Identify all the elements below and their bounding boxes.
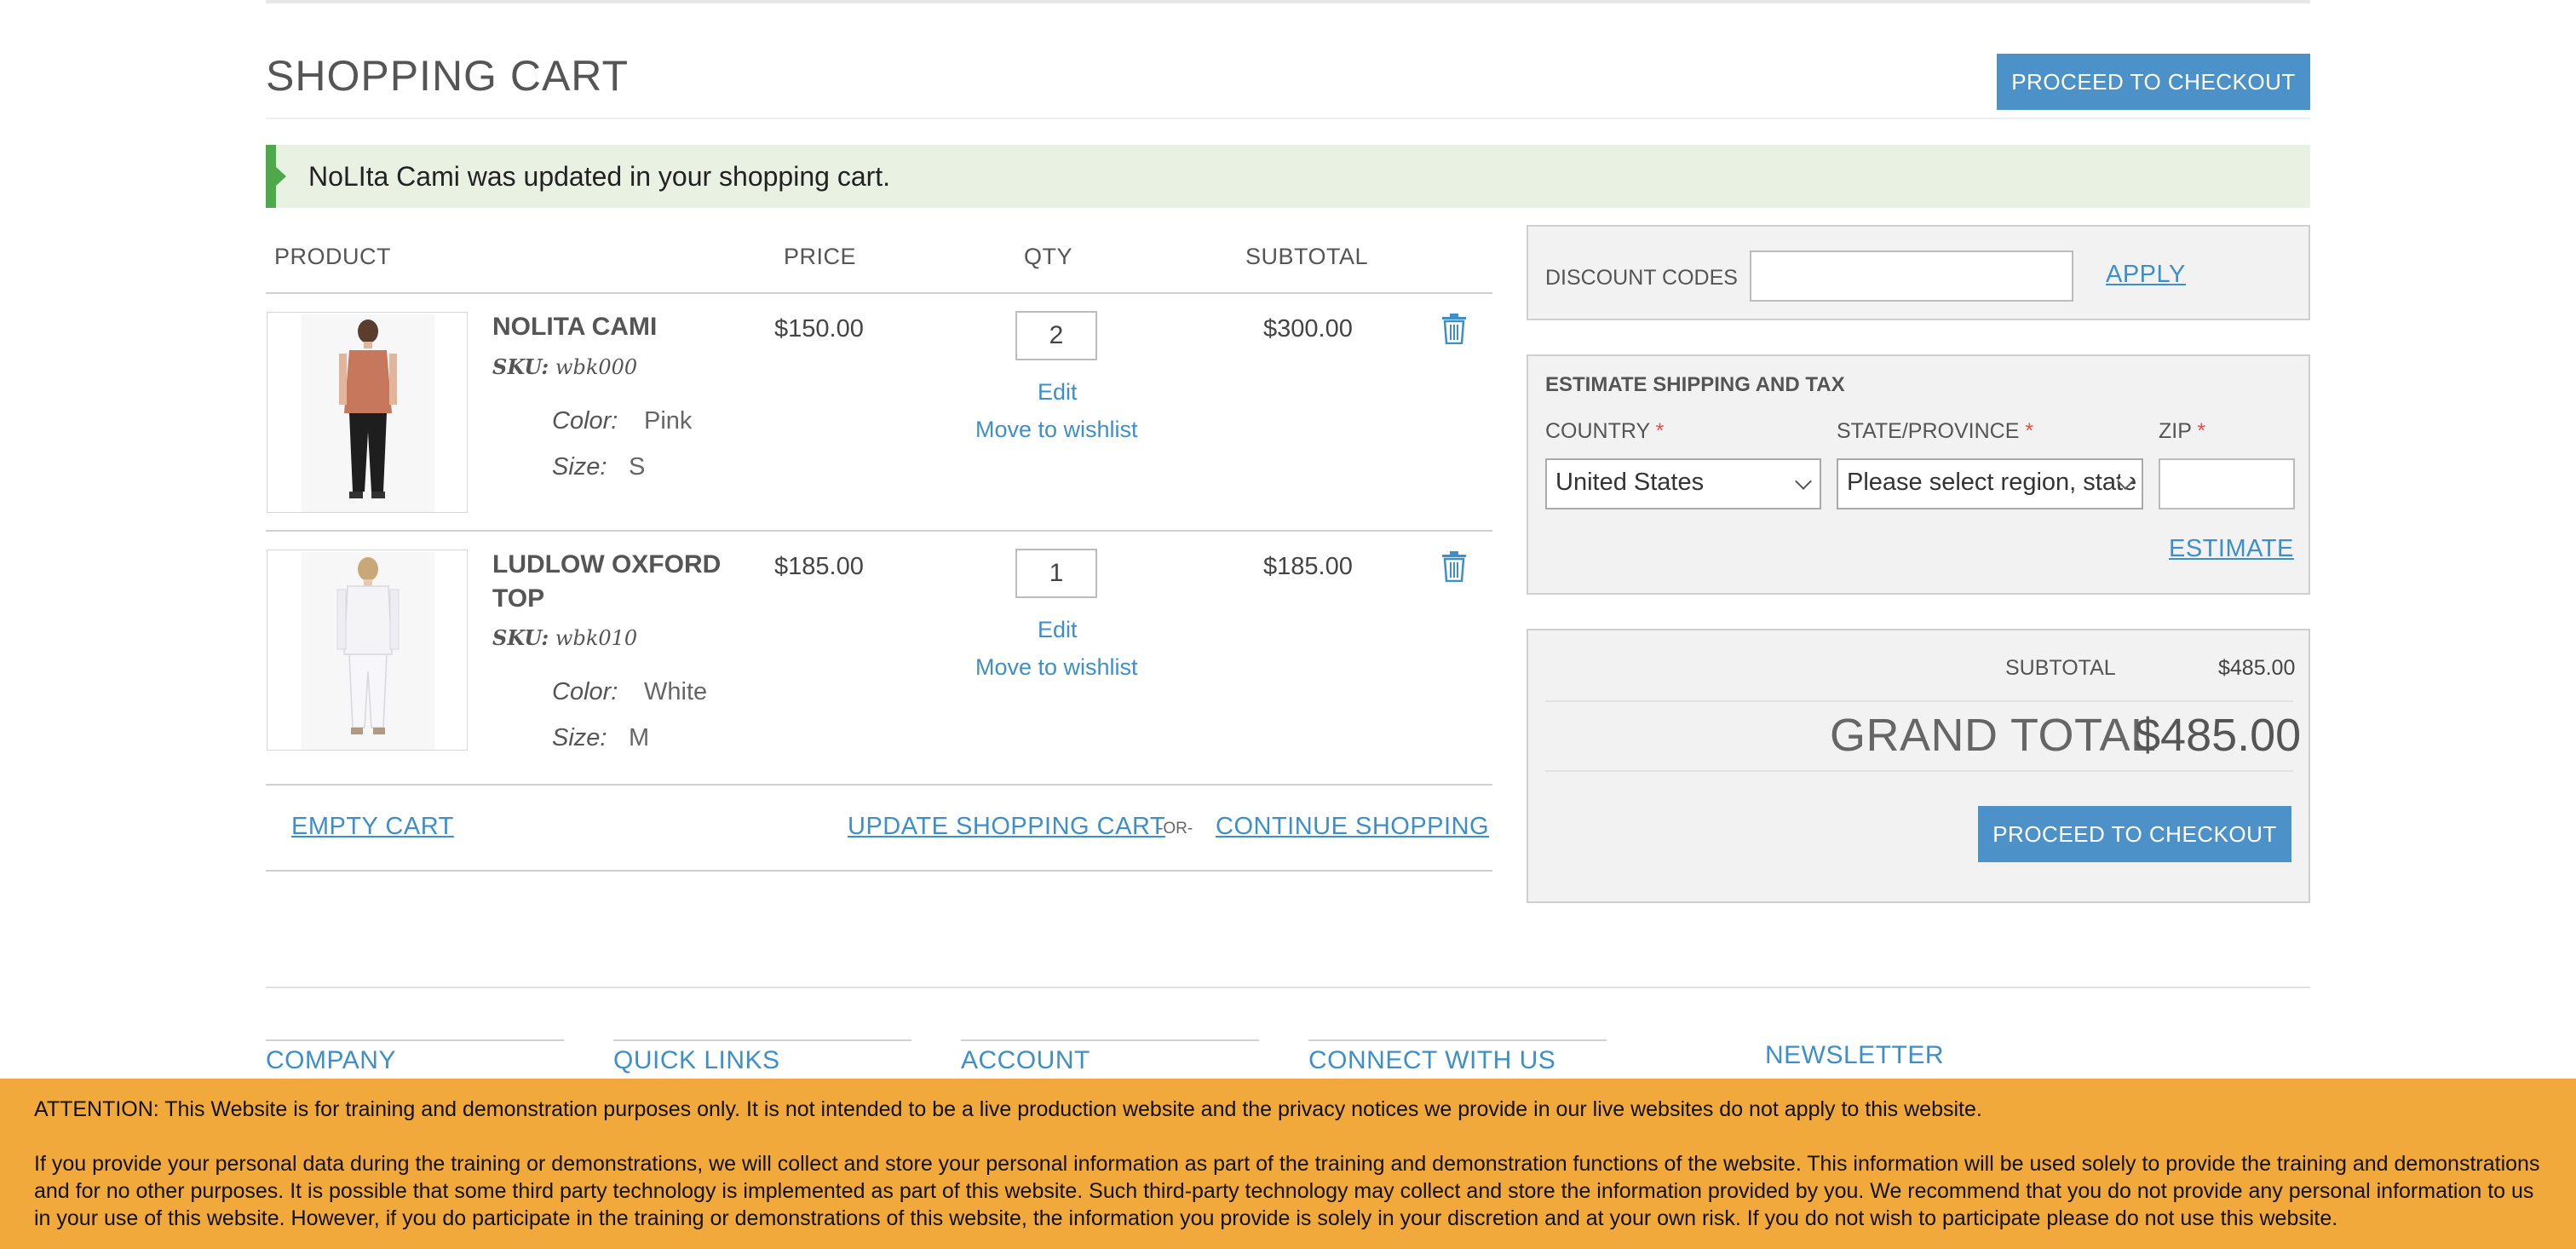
title-divider <box>266 118 2310 119</box>
footer-column-rule <box>266 1039 564 1041</box>
apply-discount-link[interactable]: APPLY <box>2106 261 2186 289</box>
estimate-shipping-heading: ESTIMATE SHIPPING AND TAX <box>1545 373 1845 396</box>
item-price: $185.00 <box>774 553 864 580</box>
state-province-label: STATE/PROVINCE * <box>1837 419 2034 443</box>
item-price: $150.00 <box>774 315 864 342</box>
estimate-link[interactable]: ESTIMATE <box>2169 535 2294 563</box>
or-separator: -OR- <box>1158 820 1193 837</box>
product-sku: SKU: wbk010 <box>492 625 638 650</box>
attention-text: ATTENTION: This Website is for training … <box>34 1097 1982 1121</box>
qty-input[interactable]: 1 <box>1015 549 1097 598</box>
product-photo <box>336 557 400 734</box>
continue-shopping-link[interactable]: CONTINUE SHOPPING <box>1216 813 1489 841</box>
footer-heading-account[interactable]: ACCOUNT <box>961 1046 1090 1075</box>
success-message: NoLIta Cami was updated in your shopping… <box>266 145 2310 208</box>
attention-banner: ATTENTION: This Website is for training … <box>0 1079 2576 1249</box>
success-bar <box>266 145 276 208</box>
proceed-to-checkout-button[interactable]: PROCEED TO CHECKOUT <box>1978 806 2291 862</box>
estimate-shipping-panel: ESTIMATE SHIPPING AND TAX COUNTRY * STAT… <box>1527 354 2310 595</box>
product-photo <box>339 319 397 498</box>
option-label-size: Size: <box>552 724 607 751</box>
success-message-text: NoLIta Cami was updated in your shopping… <box>308 161 891 192</box>
product-image-nolita-cami[interactable] <box>267 312 468 513</box>
subtotal-label: SUBTOTAL <box>2005 656 2116 680</box>
trash-icon[interactable] <box>1441 314 1467 344</box>
item-subtotal: $185.00 <box>1263 553 1353 580</box>
footer-heading-newsletter[interactable]: NEWSLETTER <box>1765 1041 1944 1070</box>
column-header-qty: QTY <box>1024 244 1073 269</box>
option-value-color: White <box>644 678 708 705</box>
country-select[interactable]: United States <box>1545 458 1821 509</box>
column-header-product: PRODUCT <box>274 244 391 269</box>
row-divider <box>266 784 1492 786</box>
totals-divider <box>1545 700 2293 702</box>
option-value-color: Pink <box>644 407 693 435</box>
footer-divider <box>266 987 2310 988</box>
product-image-ludlow-oxford-top[interactable] <box>267 550 468 751</box>
footer-heading-connect-with-us[interactable]: CONNECT WITH US <box>1308 1046 1555 1075</box>
zip-label: ZIP * <box>2159 419 2206 443</box>
move-to-wishlist-link[interactable]: Move to wishlist <box>975 417 1138 443</box>
totals-divider <box>1545 770 2293 772</box>
option-label-size: Size: <box>552 453 607 481</box>
success-arrow-icon <box>276 167 286 186</box>
subtotal-value: $485.00 <box>2218 656 2296 680</box>
footer-column-rule <box>961 1039 1259 1041</box>
product-name[interactable]: NOLITA CAMI <box>492 310 657 344</box>
product-sku: SKU: wbk000 <box>492 354 638 379</box>
grand-total-value: $485.00 <box>2135 710 2302 761</box>
proceed-to-checkout-button[interactable]: PROCEED TO CHECKOUT <box>1997 54 2310 110</box>
edit-link[interactable]: Edit <box>1038 379 1078 406</box>
trash-icon[interactable] <box>1441 551 1467 582</box>
qty-input[interactable]: 2 <box>1015 311 1097 360</box>
discount-codes-panel: DISCOUNT CODES APPLY <box>1527 225 2310 320</box>
item-subtotal: $300.00 <box>1263 315 1353 342</box>
zip-input[interactable] <box>2159 458 2295 509</box>
option-label-color: Color: <box>552 678 618 705</box>
attention-text: If you provide your personal data during… <box>34 1152 2540 1230</box>
actions-divider <box>266 870 1492 872</box>
discount-codes-label: DISCOUNT CODES <box>1545 266 1738 290</box>
option-value-size: M <box>629 724 650 751</box>
row-divider <box>266 530 1492 532</box>
empty-cart-link[interactable]: EMPTY CART <box>291 813 454 841</box>
move-to-wishlist-link[interactable]: Move to wishlist <box>975 654 1138 681</box>
discount-code-input[interactable] <box>1750 250 2073 302</box>
footer-column-rule <box>613 1039 911 1041</box>
edit-link[interactable]: Edit <box>1038 617 1078 643</box>
update-shopping-cart-link[interactable]: UPDATE SHOPPING CART <box>848 813 1165 841</box>
chevron-down-icon <box>1795 473 1812 490</box>
page-title: SHOPPING CART <box>266 52 630 100</box>
country-label: COUNTRY * <box>1545 419 1665 443</box>
table-header-divider <box>266 292 1492 294</box>
option-label-color: Color: <box>552 407 618 435</box>
order-totals-panel: SUBTOTAL $485.00 GRAND TOTAL $485.00 PRO… <box>1527 629 2310 903</box>
footer-heading-company[interactable]: COMPANY <box>266 1046 396 1075</box>
column-header-price: PRICE <box>784 244 857 269</box>
footer-column-rule <box>1308 1039 1607 1041</box>
grand-total-label: GRAND TOTAL <box>1830 710 2157 761</box>
top-divider <box>266 0 2310 3</box>
product-name[interactable]: LUDLOW OXFORD TOP <box>492 548 721 616</box>
column-header-subtotal: SUBTOTAL <box>1245 244 1369 269</box>
option-value-size: S <box>629 453 646 481</box>
state-province-select[interactable]: Please select region, state or province <box>1837 458 2143 509</box>
footer-heading-quick-links[interactable]: QUICK LINKS <box>613 1046 780 1075</box>
